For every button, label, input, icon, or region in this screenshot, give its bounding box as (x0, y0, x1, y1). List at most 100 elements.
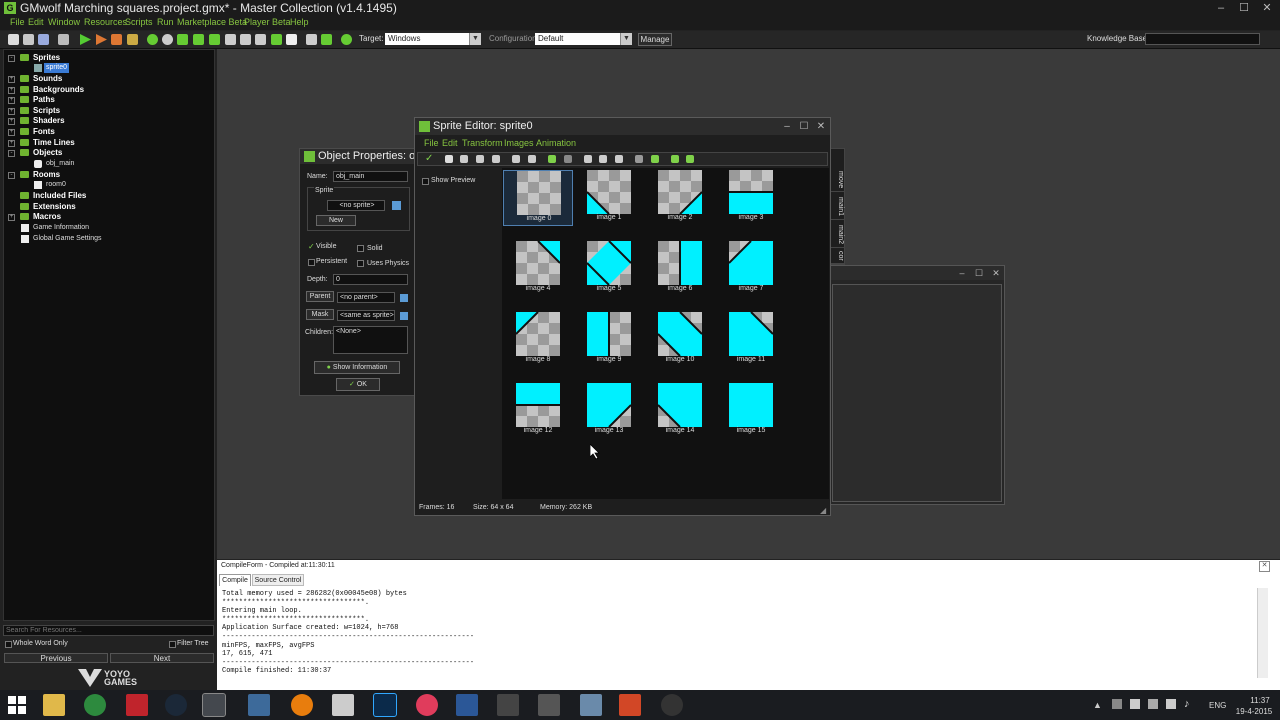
minimize-button[interactable]: – (1210, 0, 1232, 16)
maximize-button[interactable]: ☐ (971, 266, 987, 280)
tab-main1[interactable]: main1 (831, 195, 844, 220)
sprite-frame[interactable]: image 14 (645, 383, 715, 439)
add-timeline-icon[interactable] (255, 34, 266, 45)
add-path-icon[interactable] (193, 34, 204, 45)
stop-icon[interactable] (111, 34, 122, 45)
extensions-icon[interactable] (341, 34, 352, 45)
parent-button[interactable]: Parent (306, 291, 334, 302)
paste-icon[interactable] (615, 155, 623, 163)
sprite-menu-file[interactable]: File (424, 138, 439, 148)
save-icon[interactable] (492, 155, 500, 163)
tab-cor[interactable]: cor (831, 249, 844, 264)
expand-icon[interactable]: + (8, 87, 15, 94)
sprite-menu-transform[interactable]: Transform (462, 138, 503, 148)
expand-icon[interactable]: + (8, 214, 15, 221)
tab-source-control[interactable]: Source Control (252, 574, 304, 586)
cut-icon[interactable] (584, 155, 592, 163)
vivaldi-icon[interactable] (126, 694, 148, 716)
load-strip-icon[interactable] (476, 155, 484, 163)
menu-player[interactable]: Player Beta (244, 17, 291, 27)
expand-icon[interactable]: + (8, 108, 15, 115)
redo-icon[interactable] (564, 155, 572, 163)
sprite-frame[interactable]: image 9 (574, 312, 644, 368)
maximize-button[interactable]: ☐ (1233, 0, 1255, 16)
clock-date[interactable]: 19-4-2015 (1230, 707, 1278, 716)
add-room-icon[interactable] (286, 34, 297, 45)
sprite-frame[interactable]: image 10 (645, 312, 715, 368)
sprite-menu-animation[interactable]: Animation (536, 138, 576, 148)
sprite-frame[interactable]: image 2 (645, 170, 715, 226)
name-field[interactable]: obj_main (333, 171, 408, 182)
sprite-frame[interactable]: image 12 (503, 383, 573, 439)
chrome-icon[interactable] (84, 694, 106, 716)
debug-icon[interactable] (96, 34, 107, 45)
sprite-menu-edit[interactable]: Edit (442, 138, 458, 148)
java-ide-icon[interactable] (248, 694, 270, 716)
filter-tree-checkbox[interactable] (169, 641, 176, 648)
sprite-frame[interactable]: image 13 (574, 383, 644, 439)
visible-check-icon[interactable]: ✓ (308, 242, 315, 251)
file-explorer-icon[interactable] (43, 694, 65, 716)
maximize-button[interactable]: ☐ (796, 118, 812, 135)
start-button[interactable] (8, 696, 26, 714)
tab-main2[interactable]: main2 (831, 223, 844, 248)
menu-edit[interactable]: Edit (28, 17, 44, 27)
add-script-icon[interactable] (209, 34, 220, 45)
browse-icon[interactable] (400, 294, 408, 302)
show-preview-checkbox[interactable] (422, 178, 429, 185)
gamemaker-taskbar-icon[interactable] (202, 693, 226, 717)
volume-icon[interactable]: ♪ (1184, 698, 1190, 710)
add-font-icon[interactable] (240, 34, 251, 45)
insert-frame-icon[interactable] (528, 155, 536, 163)
network-icon[interactable] (1130, 699, 1140, 709)
copy-icon[interactable] (599, 155, 607, 163)
mask-button[interactable]: Mask (306, 309, 334, 320)
new-project-icon[interactable] (8, 34, 19, 45)
add-shader-icon[interactable] (225, 34, 236, 45)
sprite-menu-images[interactable]: Images (504, 138, 534, 148)
confirm-icon[interactable]: ✓ (425, 153, 433, 164)
browse-icon[interactable] (392, 201, 401, 210)
create-exe-icon[interactable] (127, 34, 138, 45)
target-select[interactable]: Windows ▼ (385, 33, 481, 45)
minimize-button[interactable]: – (779, 118, 795, 135)
sprite-frame[interactable]: image 6 (645, 241, 715, 297)
resize-grip-icon[interactable]: ◢ (820, 506, 826, 515)
menu-help[interactable]: Help (290, 17, 309, 27)
game-info-icon[interactable] (306, 34, 317, 45)
tab-move[interactable]: move (831, 169, 844, 192)
wifi-icon[interactable] (1166, 699, 1176, 709)
edit-icon[interactable] (671, 155, 679, 163)
powerpoint-icon[interactable] (619, 694, 641, 716)
menu-window[interactable]: Window (48, 17, 80, 27)
sprite-frame[interactable]: image 8 (503, 312, 573, 368)
previous-button[interactable]: Previous (4, 653, 108, 663)
persistent-checkbox[interactable] (308, 259, 315, 266)
manage-button[interactable]: Manage (638, 33, 672, 46)
tray-chevron-icon[interactable]: ▲ (1093, 700, 1102, 710)
global-settings-icon[interactable] (321, 34, 332, 45)
next-button[interactable]: Next (110, 653, 214, 663)
log-scrollbar[interactable] (1257, 588, 1268, 678)
expand-icon[interactable]: + (8, 140, 15, 147)
sprite-frame[interactable]: image 0 (503, 170, 573, 226)
expand-icon[interactable]: + (8, 129, 15, 136)
power-icon[interactable] (1148, 699, 1158, 709)
ok-button[interactable]: ✓ OK (336, 378, 380, 391)
remote-desktop-icon[interactable] (580, 694, 602, 716)
open-icon[interactable] (460, 155, 468, 163)
steam-icon[interactable] (165, 694, 187, 716)
add-sound-icon[interactable] (162, 34, 173, 45)
search-resources-input[interactable] (3, 625, 214, 636)
notepad-icon[interactable] (332, 694, 354, 716)
close-button[interactable]: ✕ (813, 118, 829, 135)
expand-icon[interactable]: + (8, 118, 15, 125)
arrow-right-icon[interactable] (651, 155, 659, 163)
image-editor-icon[interactable] (686, 155, 694, 163)
children-list[interactable]: <None> (333, 326, 408, 354)
minimize-button[interactable]: – (954, 266, 970, 280)
add-sprite-icon[interactable] (147, 34, 158, 45)
expand-icon[interactable]: + (8, 76, 15, 83)
run-icon[interactable] (80, 34, 91, 45)
clock-time[interactable]: 11:37 (1240, 696, 1280, 705)
